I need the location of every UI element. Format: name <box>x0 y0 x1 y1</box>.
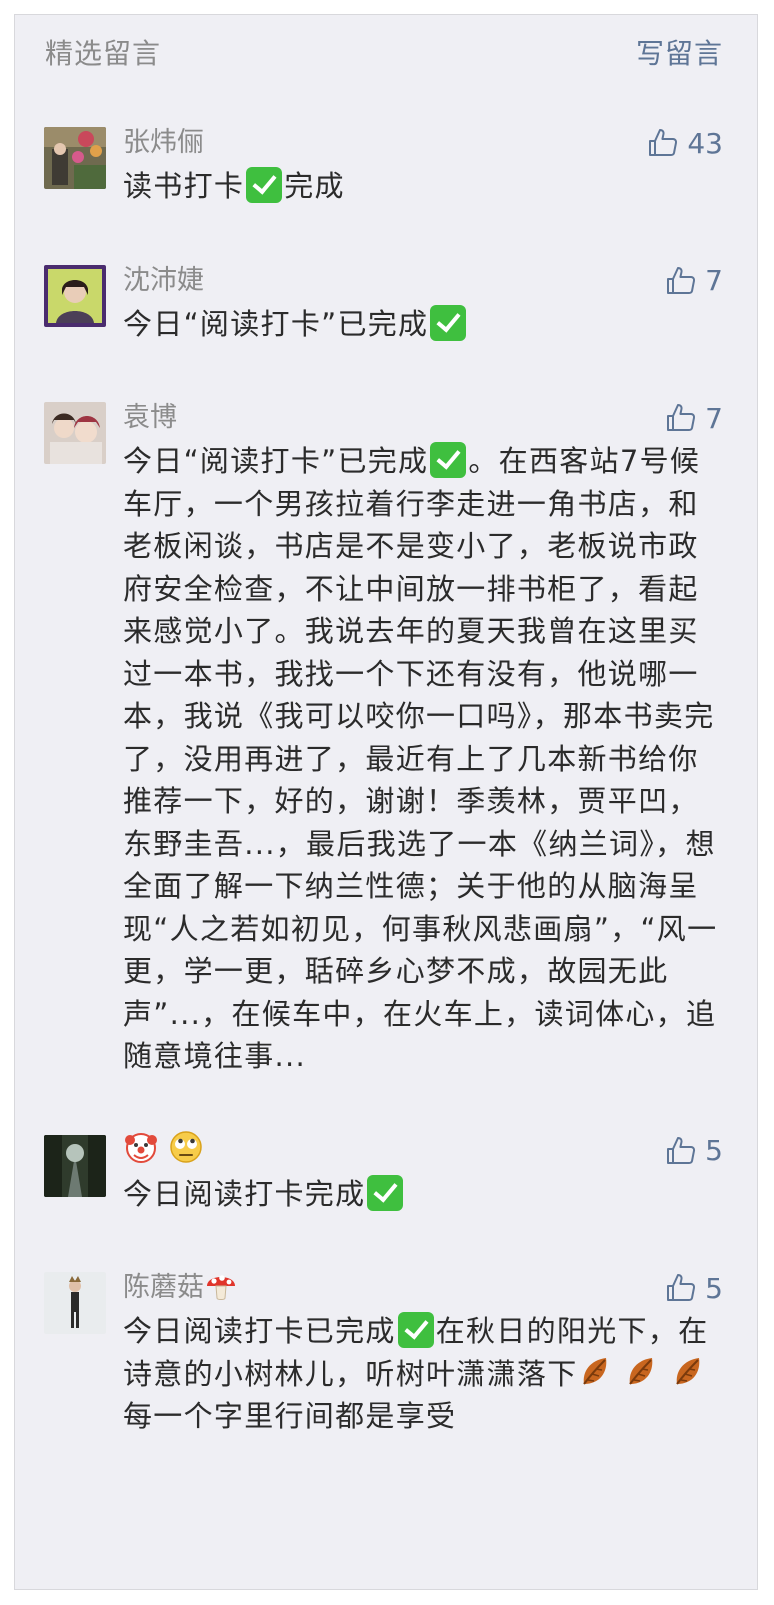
comment-text-part: 。在西客站7号候车厅，一个男孩拉着行李走进一角书店，和老板闲谈，书店是不是变小了… <box>123 444 718 1073</box>
check-mark-button-icon <box>397 1312 434 1348</box>
commenter-name[interactable]: 陈蘑菇 <box>123 1266 723 1310</box>
eye-roll-face-icon <box>169 1130 202 1163</box>
like-count: 5 <box>705 1134 723 1167</box>
comment-text-part: 今日“阅读打卡”已完成 <box>123 444 429 478</box>
avatar[interactable] <box>44 1134 106 1197</box>
like-count: 5 <box>705 1271 723 1305</box>
comment-text: 今日阅读打卡已完成 在秋日的阳光下，在诗意的小树林儿，听树叶潇潇落下 每一个字里行… <box>123 1310 723 1438</box>
like-count: 7 <box>705 264 723 297</box>
check-mark-button-icon <box>246 167 283 203</box>
comment-text-part: 今日阅读打卡已完成 <box>123 1314 396 1348</box>
comment-text-part: 读书打卡 <box>123 169 245 203</box>
check-mark-button-icon <box>430 442 467 478</box>
write-comment-button[interactable]: 写留言 <box>636 32 723 72</box>
fallen-leaf-icon <box>671 1354 707 1390</box>
clown-face-icon <box>125 1132 157 1163</box>
thumbs-up-icon <box>665 402 697 434</box>
thumbs-up-icon <box>665 1135 697 1167</box>
check-mark-button-icon <box>430 304 467 341</box>
thumbs-up-icon <box>665 1272 697 1304</box>
like-count: 7 <box>705 401 723 435</box>
comment-text: 读书打卡 完成 <box>123 165 723 208</box>
avatar[interactable] <box>44 402 106 464</box>
fallen-leaf-icon <box>624 1354 660 1390</box>
comment-text-part: 完成 <box>284 169 345 203</box>
commenter-name[interactable] <box>123 1129 723 1173</box>
comments-panel: 精选留言 写留言 张炜俪 43 读书打卡 完成 沈沛婕 7 今日“阅读打卡”已完… <box>14 14 758 1590</box>
commenter-name[interactable]: 沈沛婕 <box>123 259 723 303</box>
comments-header: 精选留言 写留言 <box>15 15 757 95</box>
comment-item: 5 今日阅读打卡完成 <box>15 1129 757 1216</box>
thumbs-up-icon <box>665 265 697 297</box>
featured-comments-title: 精选留言 <box>45 37 162 70</box>
avatar[interactable] <box>44 1272 106 1334</box>
fallen-leaf-icon <box>578 1354 614 1390</box>
comment-text-part: 今日“阅读打卡”已完成 <box>123 306 429 341</box>
avatar[interactable] <box>44 127 106 189</box>
comment-text-part: 今日阅读打卡完成 <box>123 1176 366 1211</box>
commenter-name[interactable]: 袁博 <box>123 396 723 440</box>
commenter-name-text: 陈蘑菇 <box>123 1272 204 1303</box>
check-mark-button-icon <box>367 1174 404 1211</box>
comment-text-part: 每一个字里行间都是享受 <box>123 1399 457 1433</box>
comment-item: 陈蘑菇 5 今日阅读打卡已完成 在秋日的阳光下，在诗意的小树林儿，听树叶潇潇落下 … <box>15 1266 757 1438</box>
comment-item: 沈沛婕 7 今日“阅读打卡”已完成 <box>15 259 757 346</box>
like-count: 43 <box>687 126 723 160</box>
avatar[interactable] <box>44 264 106 327</box>
mushroom-icon <box>207 1275 235 1300</box>
like-button[interactable]: 7 <box>665 259 723 303</box>
like-button[interactable]: 7 <box>665 396 723 440</box>
comment-text: 今日“阅读打卡”已完成 。在西客站7号候车厅，一个男孩拉着行李走进一角书店，和老板… <box>123 440 723 1078</box>
like-button[interactable]: 43 <box>647 121 723 165</box>
comment-item: 袁博 7 今日“阅读打卡”已完成 。在西客站7号候车厅，一个男孩拉着行李走进一角书… <box>15 396 757 1078</box>
thumbs-up-icon <box>647 127 679 159</box>
comment-text: 今日“阅读打卡”已完成 <box>123 303 723 346</box>
like-button[interactable]: 5 <box>665 1266 723 1310</box>
comment-item: 张炜俪 43 读书打卡 完成 <box>15 121 757 208</box>
commenter-name[interactable]: 张炜俪 <box>123 121 723 165</box>
like-button[interactable]: 5 <box>665 1129 723 1173</box>
comment-text: 今日阅读打卡完成 <box>123 1173 723 1216</box>
